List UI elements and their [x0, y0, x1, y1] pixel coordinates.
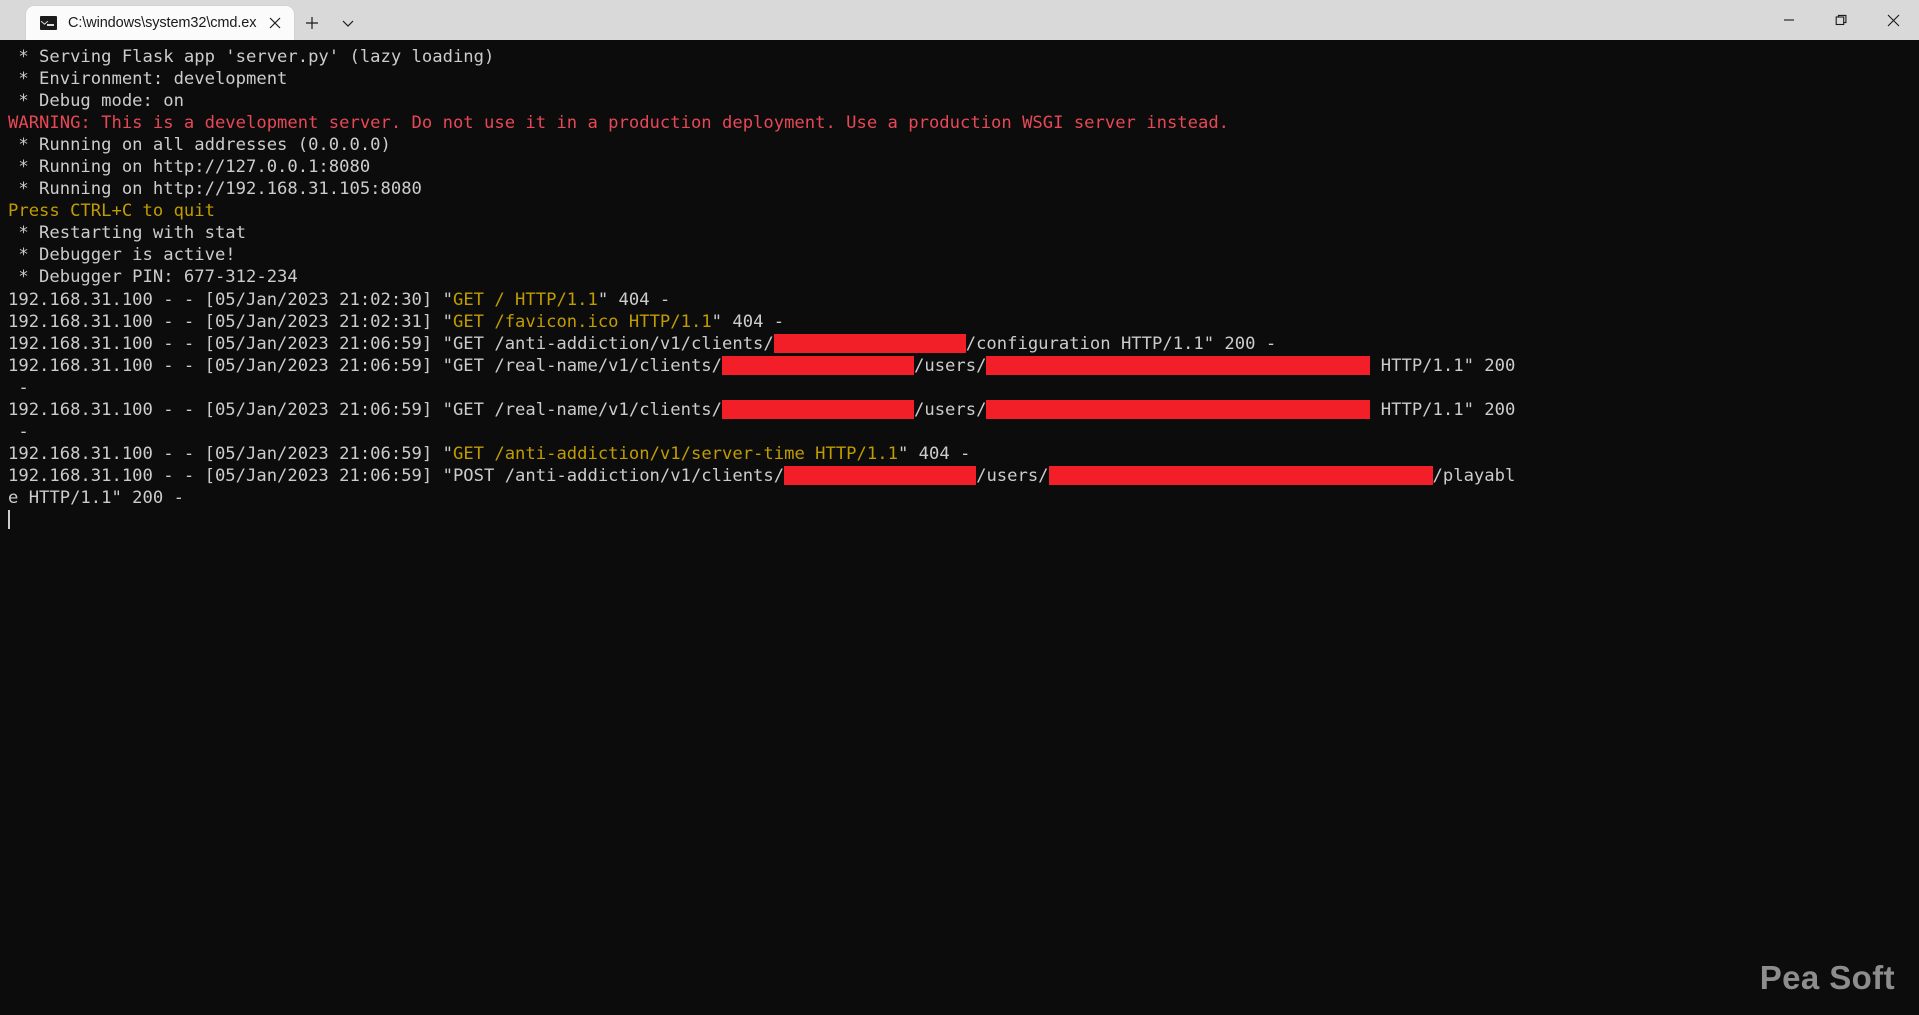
console-text: 192.168.31.100 - - [05/Jan/2023 21:06:59…	[8, 465, 785, 486]
text-cursor	[8, 509, 10, 529]
console-line: 192.168.31.100 - - [05/Jan/2023 21:06:59…	[8, 355, 1919, 377]
console-text: e HTTP/1.1" 200 -	[8, 487, 184, 508]
console-line: * Environment: development	[8, 68, 1919, 90]
console-text: * Debugger PIN: 677-312-234	[8, 267, 298, 288]
console-line	[8, 509, 1919, 531]
redaction-block	[784, 465, 977, 485]
redaction-block	[986, 355, 1371, 375]
redaction-block	[773, 333, 966, 353]
console-output: * Serving Flask app 'server.py' (lazy lo…	[8, 46, 1919, 531]
redaction-block	[722, 399, 914, 419]
console-text: HTTP/1.1" 200	[1370, 399, 1516, 420]
console-line: 192.168.31.100 - - [05/Jan/2023 21:02:30…	[8, 289, 1919, 311]
close-tab-button[interactable]	[262, 10, 288, 36]
console-text: * Debug mode: on	[8, 91, 184, 112]
console-line: 192.168.31.100 - - [05/Jan/2023 21:06:59…	[8, 443, 1919, 465]
console-line: e HTTP/1.1" 200 -	[8, 487, 1919, 509]
tab-dropdown-button[interactable]	[330, 6, 366, 40]
console-text: 192.168.31.100 - - [05/Jan/2023 21:02:31…	[8, 311, 453, 332]
close-window-button[interactable]	[1867, 0, 1919, 40]
console-text: WARNING: This is a development server. D…	[8, 113, 1230, 134]
console-text: " 404 -	[597, 289, 671, 310]
console-text: * Running on http://192.168.31.105:8080	[8, 179, 422, 200]
new-tab-button[interactable]	[294, 6, 330, 40]
console-text: * Debugger is active!	[8, 245, 236, 266]
console-text: * Running on all addresses (0.0.0.0)	[8, 135, 391, 156]
redaction-block	[1048, 465, 1433, 485]
console-line: WARNING: This is a development server. D…	[8, 112, 1919, 134]
console-text: * Environment: development	[8, 69, 288, 90]
console-text: * Serving Flask app 'server.py' (lazy lo…	[8, 47, 495, 67]
console-text: 192.168.31.100 - - [05/Jan/2023 21:06:59…	[8, 355, 722, 376]
console-text: 192.168.31.100 - - [05/Jan/2023 21:06:59…	[8, 399, 722, 420]
console-line: * Serving Flask app 'server.py' (lazy lo…	[8, 46, 1919, 68]
console-text: " 404 -	[897, 443, 971, 464]
console-line: * Running on http://127.0.0.1:8080	[8, 156, 1919, 178]
console-text: GET / HTTP/1.1	[452, 289, 598, 310]
console-line: * Restarting with stat	[8, 222, 1919, 244]
console-line: -	[8, 377, 1919, 399]
console-line: 192.168.31.100 - - [05/Jan/2023 21:06:59…	[8, 399, 1919, 421]
console-text: 192.168.31.100 - - [05/Jan/2023 21:06:59…	[8, 443, 453, 464]
console-text: GET /anti-addiction/v1/server-time HTTP/…	[452, 443, 898, 464]
terminal-window: C:\windows\system32\cmd.ex * Serving Fla…	[0, 0, 1919, 1015]
tab-title: C:\windows\system32\cmd.ex	[68, 15, 257, 31]
console-text: 192.168.31.100 - - [05/Jan/2023 21:06:59…	[8, 333, 774, 354]
console-text: Press CTRL+C to quit	[8, 201, 215, 222]
maximize-button[interactable]	[1815, 0, 1867, 40]
console-line: 192.168.31.100 - - [05/Jan/2023 21:02:31…	[8, 311, 1919, 333]
console-text: 192.168.31.100 - - [05/Jan/2023 21:02:30…	[8, 289, 453, 310]
console-text: " 404 -	[711, 311, 785, 332]
console-line: -	[8, 421, 1919, 443]
console-text: HTTP/1.1" 200	[1370, 355, 1516, 376]
terminal-icon	[40, 16, 57, 30]
console-text: /users/	[976, 465, 1049, 486]
console-text: /users/	[914, 399, 987, 420]
console-line: * Debugger is active!	[8, 244, 1919, 266]
window-controls	[1763, 0, 1919, 40]
redaction-block	[986, 399, 1371, 419]
console-text: * Running on http://127.0.0.1:8080	[8, 157, 371, 178]
console-line: Press CTRL+C to quit	[8, 200, 1919, 222]
console-line: * Debugger PIN: 677-312-234	[8, 266, 1919, 288]
console-text: /playabl	[1432, 465, 1516, 486]
tab-cmd[interactable]: C:\windows\system32\cmd.ex	[26, 6, 294, 40]
console-text: -	[8, 377, 29, 398]
console-line: * Running on all addresses (0.0.0.0)	[8, 134, 1919, 156]
console-line: * Running on http://192.168.31.105:8080	[8, 178, 1919, 200]
minimize-button[interactable]	[1763, 0, 1815, 40]
watermark: Pea Soft	[1759, 959, 1895, 996]
redaction-block	[722, 355, 914, 375]
title-bar: C:\windows\system32\cmd.ex	[0, 0, 1919, 40]
console-line: * Debug mode: on	[8, 90, 1919, 112]
console-text: -	[8, 421, 29, 442]
console-line: 192.168.31.100 - - [05/Jan/2023 21:06:59…	[8, 333, 1919, 355]
terminal-pane[interactable]: * Serving Flask app 'server.py' (lazy lo…	[0, 40, 1919, 1015]
tab-strip: C:\windows\system32\cmd.ex	[0, 0, 366, 40]
console-text: GET /favicon.ico HTTP/1.1	[452, 311, 712, 332]
console-text: * Restarting with stat	[8, 223, 246, 244]
console-text: /users/	[914, 355, 987, 376]
console-text: /configuration HTTP/1.1" 200 -	[965, 333, 1277, 354]
console-line: 192.168.31.100 - - [05/Jan/2023 21:06:59…	[8, 465, 1919, 487]
